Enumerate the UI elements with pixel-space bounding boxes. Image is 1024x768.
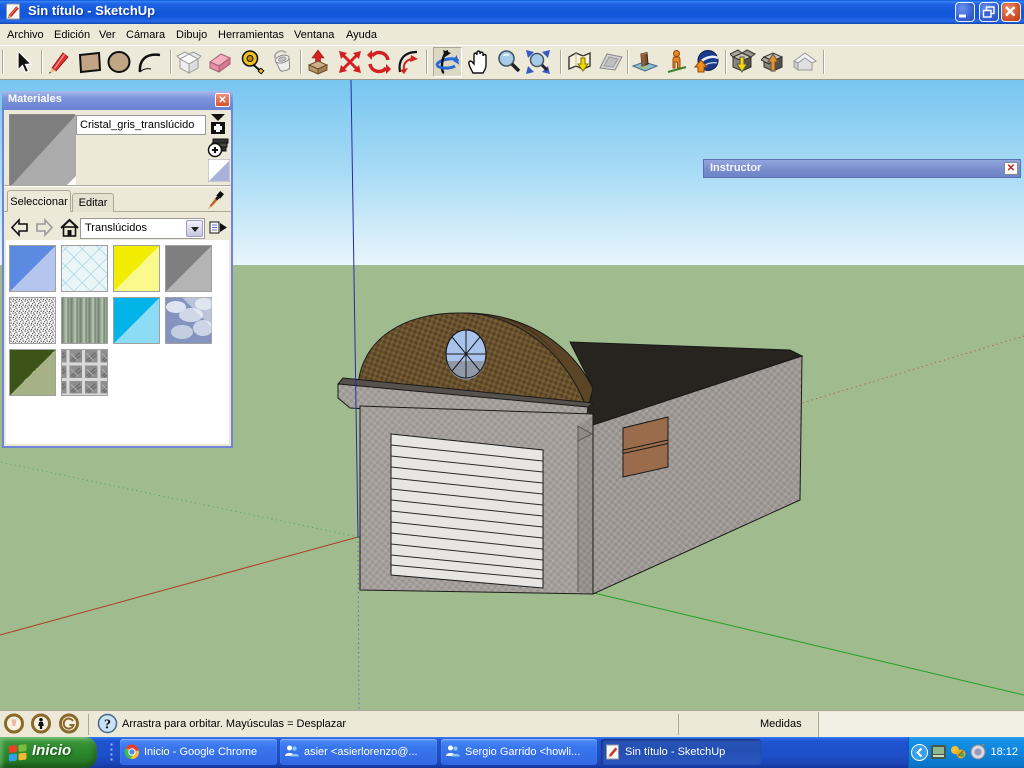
svg-text:?: ?	[104, 718, 111, 733]
